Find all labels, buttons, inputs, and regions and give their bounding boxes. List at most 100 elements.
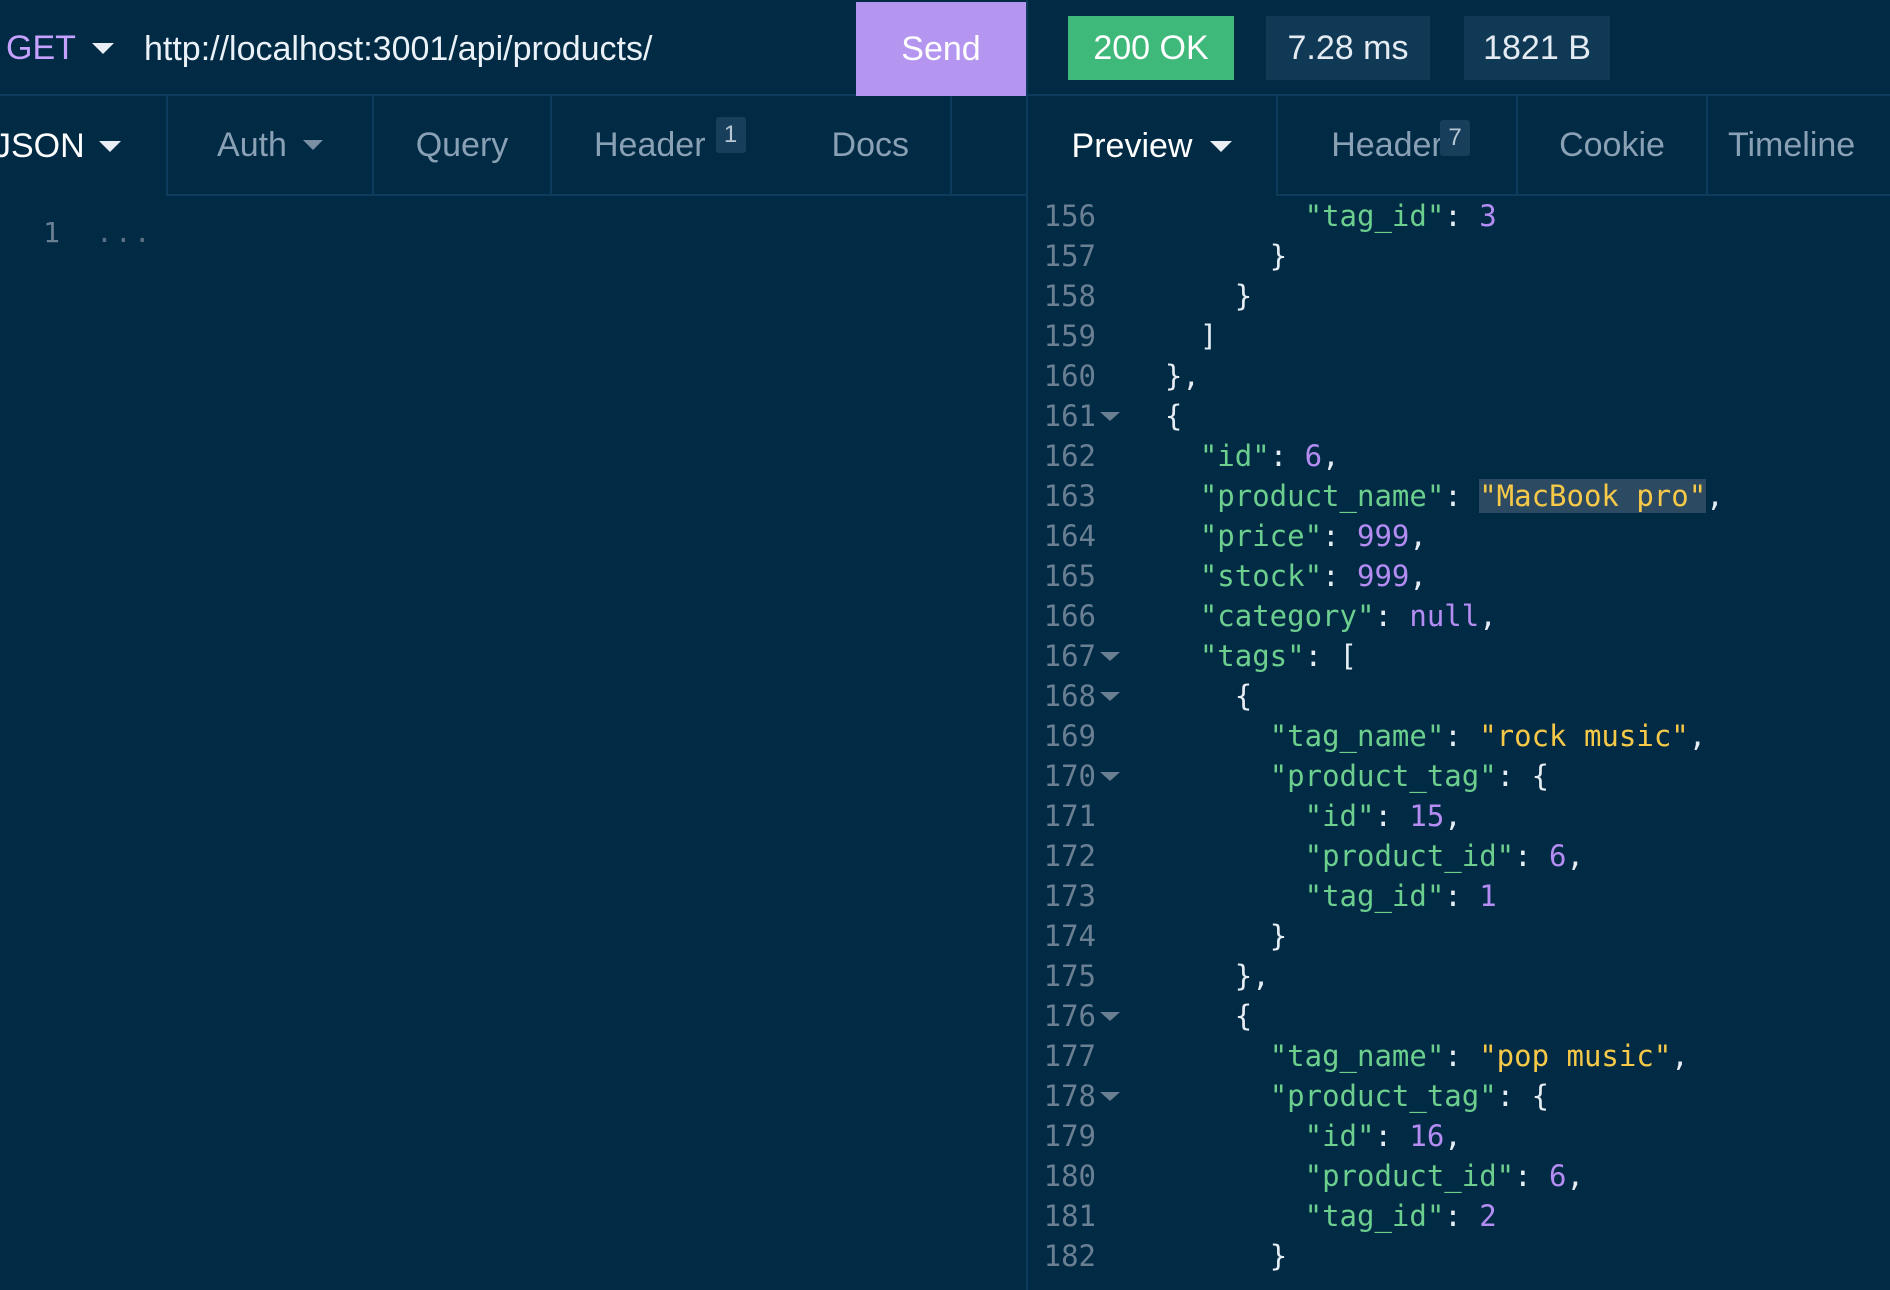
chevron-down-icon bbox=[98, 140, 121, 152]
response-size-badge: 1821 B bbox=[1464, 16, 1610, 80]
fold-toggle-icon[interactable] bbox=[1096, 396, 1130, 436]
gutter-spacer bbox=[1096, 716, 1130, 756]
tab-response-header[interactable]: Header 7 bbox=[1278, 96, 1518, 196]
response-time-badge: 7.28 ms bbox=[1266, 16, 1430, 80]
gutter-spacer bbox=[1096, 476, 1130, 516]
code-content: "price": 999, bbox=[1130, 519, 1427, 553]
tab-cookie[interactable]: Cookie bbox=[1518, 96, 1708, 196]
line-number: 171 bbox=[1043, 799, 1096, 833]
gutter-spacer bbox=[1096, 316, 1130, 356]
json-punctuation: : bbox=[1444, 1199, 1480, 1233]
json-punctuation: { bbox=[1234, 999, 1253, 1033]
line-number: 170 bbox=[1043, 759, 1096, 793]
folded-content[interactable]: ... bbox=[96, 216, 153, 249]
json-key: "product_id" bbox=[1304, 839, 1515, 873]
fold-toggle-icon[interactable] bbox=[1096, 636, 1130, 676]
json-key: "tag_id" bbox=[1304, 199, 1445, 233]
tab-body[interactable]: JSON bbox=[0, 96, 168, 196]
json-key: "tag_name" bbox=[1269, 719, 1445, 753]
tab-cookie-label: Cookie bbox=[1559, 125, 1665, 164]
json-punctuation: : [ bbox=[1304, 639, 1357, 673]
tab-docs[interactable]: Docs bbox=[832, 126, 909, 165]
json-punctuation: : bbox=[1444, 199, 1480, 233]
code-content: } bbox=[1130, 239, 1287, 273]
line-number: 179 bbox=[1043, 1119, 1096, 1153]
json-punctuation: , bbox=[1566, 1159, 1584, 1193]
chevron-down-icon bbox=[1210, 140, 1233, 152]
json-punctuation: { bbox=[1164, 399, 1183, 433]
tab-body-label: JSON bbox=[0, 126, 85, 165]
code-line: 161 { bbox=[1028, 396, 1183, 436]
json-punctuation: ] bbox=[1199, 319, 1218, 353]
chevron-down-icon bbox=[91, 42, 114, 54]
json-punctuation: : bbox=[1444, 879, 1480, 913]
tab-auth-label: Auth bbox=[217, 125, 287, 164]
code-content: } bbox=[1130, 279, 1252, 313]
line-number: 162 bbox=[1043, 439, 1096, 473]
line-number: 1 bbox=[43, 215, 60, 249]
gutter-spacer bbox=[1096, 516, 1130, 556]
code-line: 164 "price": 999, bbox=[1028, 516, 1427, 556]
request-body-editor[interactable]: 1 ... bbox=[0, 196, 1026, 1290]
code-content: "tag_name": "pop music", bbox=[1130, 1039, 1689, 1073]
code-content: { bbox=[1130, 399, 1182, 433]
code-line: 175 }, bbox=[1028, 956, 1270, 996]
gutter-spacer bbox=[1096, 196, 1130, 236]
code-line: 172 "product_id": 6, bbox=[1028, 836, 1584, 876]
json-punctuation: , bbox=[1322, 439, 1340, 473]
gutter-spacer bbox=[1096, 1196, 1130, 1236]
json-number: 999 bbox=[1356, 559, 1410, 593]
json-number: 6 bbox=[1304, 439, 1323, 473]
fold-toggle-icon[interactable] bbox=[1096, 756, 1130, 796]
tab-response-header-label: Header bbox=[1331, 125, 1443, 164]
code-content: } bbox=[1130, 1239, 1287, 1273]
line-number: 158 bbox=[1043, 279, 1096, 313]
code-line: 182 } bbox=[1028, 1236, 1288, 1276]
json-punctuation: } bbox=[1269, 919, 1288, 953]
tab-timeline[interactable]: Timeline bbox=[1708, 96, 1890, 196]
json-punctuation: : bbox=[1322, 559, 1357, 593]
json-key: "product_tag" bbox=[1269, 1079, 1497, 1113]
tab-preview-label: Preview bbox=[1071, 126, 1193, 165]
code-content: "product_tag": { bbox=[1130, 759, 1549, 793]
url-input[interactable] bbox=[144, 24, 844, 74]
fold-toggle-icon[interactable] bbox=[1096, 1076, 1130, 1116]
json-punctuation: : bbox=[1514, 1159, 1550, 1193]
tab-header[interactable]: Header 1 Docs bbox=[552, 96, 952, 196]
response-preview[interactable]: 156 "tag_id": 3 157 } 158 } 159 ] 160 }, 161 … bbox=[1028, 196, 1890, 1290]
send-button[interactable]: Send bbox=[856, 2, 1026, 96]
editor-line: 1 ... bbox=[0, 212, 153, 252]
tab-preview[interactable]: Preview bbox=[1028, 96, 1278, 196]
json-string: "rock music" bbox=[1479, 719, 1689, 753]
code-content: } bbox=[1130, 919, 1287, 953]
json-punctuation: , bbox=[1688, 719, 1707, 753]
json-number: null bbox=[1409, 599, 1480, 633]
json-punctuation: , bbox=[1479, 599, 1497, 633]
fold-toggle-icon[interactable] bbox=[1096, 996, 1130, 1036]
gutter-spacer bbox=[1096, 1236, 1130, 1276]
method-dropdown[interactable]: GET bbox=[0, 0, 114, 96]
line-number: 168 bbox=[1043, 679, 1096, 713]
code-line: 178 "product_tag": { bbox=[1028, 1076, 1549, 1116]
tab-auth[interactable]: Auth bbox=[168, 96, 374, 196]
code-content: "id": 16, bbox=[1130, 1119, 1462, 1153]
json-number: 999 bbox=[1356, 519, 1410, 553]
json-key: "tag_id" bbox=[1304, 879, 1445, 913]
json-punctuation: , bbox=[1409, 559, 1427, 593]
line-number: 165 bbox=[1043, 559, 1096, 593]
method-label: GET bbox=[6, 28, 76, 67]
tab-query[interactable]: Query bbox=[374, 96, 552, 196]
gutter-spacer bbox=[1096, 876, 1130, 916]
code-content: "tags": [ bbox=[1130, 639, 1357, 673]
code-content: "product_name": "MacBook pro", bbox=[1130, 479, 1724, 513]
request-tabs: JSON Auth Query Header 1 Docs bbox=[0, 96, 1026, 196]
code-content: "tag_name": "rock music", bbox=[1130, 719, 1707, 753]
json-punctuation: { bbox=[1234, 679, 1253, 713]
json-punctuation: : bbox=[1444, 1039, 1480, 1073]
fold-toggle-icon[interactable] bbox=[1096, 676, 1130, 716]
json-key: "stock" bbox=[1199, 559, 1323, 593]
code-content: "id": 6, bbox=[1130, 439, 1340, 473]
request-bar: GET Send 200 OK 7.28 ms 1821 B bbox=[0, 0, 1890, 96]
code-line: 156 "tag_id": 3 bbox=[1028, 196, 1497, 236]
line-number: 173 bbox=[1043, 879, 1096, 913]
